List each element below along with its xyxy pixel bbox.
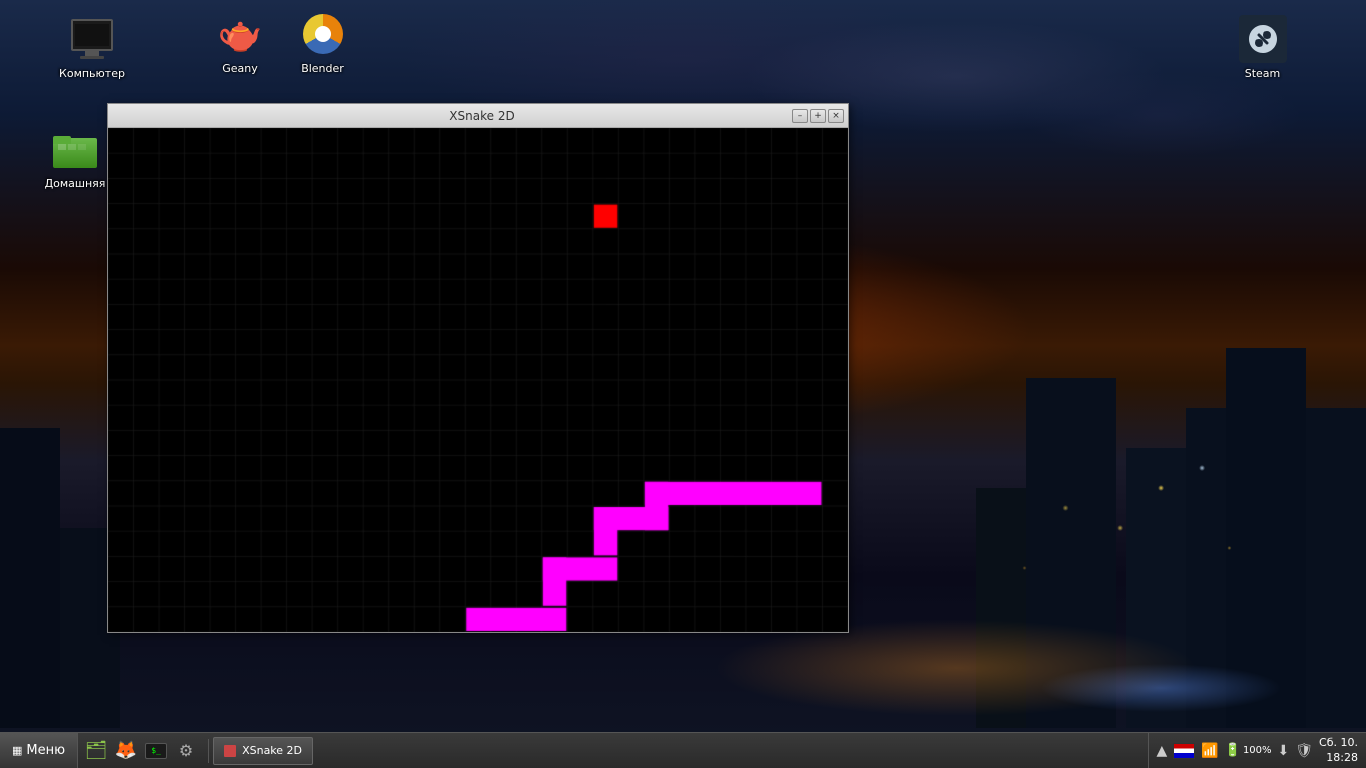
language-flag-icon[interactable] [1173, 743, 1195, 759]
xsnake-window: XSnake 2D – + × [107, 103, 849, 633]
files-icon: 🗂 [85, 740, 108, 761]
taskbar-separator [208, 739, 209, 763]
shield-icon[interactable]: 🛡 [1295, 743, 1313, 759]
geany-icon: 🫖 [216, 10, 264, 58]
terminal-icon: $_ [151, 746, 161, 755]
blender-icon [299, 10, 347, 58]
desktop-icon-geany[interactable]: 🫖 Geany [205, 10, 275, 75]
desktop-icon-blender[interactable]: Blender [285, 10, 360, 75]
steam-icon [1239, 15, 1287, 63]
wifi-icon[interactable]: 📶 [1201, 743, 1218, 759]
desktop-icon-home[interactable]: Домашняя [35, 125, 115, 190]
system-clock: Сб. 10. 18:28 [1319, 736, 1358, 765]
system-tray: ▲ 📶 🔋 100% ⬇ 🛡 Сб. 10. 18:28 [1148, 733, 1366, 768]
battery-label: 100% [1243, 745, 1272, 756]
taskbar-menu-button[interactable]: ▦ Меню [0, 733, 78, 768]
battery-indicator[interactable]: 🔋 100% [1225, 743, 1272, 758]
xsnake-indicator [224, 745, 236, 757]
menu-label: Меню [26, 743, 65, 758]
home-icon [51, 125, 99, 173]
taskbar-quick-launch: 🗂 🦊 $_ ⚙ [78, 737, 204, 765]
home-icon-label: Домашняя [45, 177, 106, 190]
menu-icon: ▦ [12, 744, 22, 757]
taskbar-files-icon[interactable]: 🗂 [82, 737, 110, 765]
clock-time: 18:28 [1319, 751, 1358, 765]
window-title: XSnake 2D [172, 109, 792, 123]
taskbar-xsnake-button[interactable]: XSnake 2D [213, 737, 313, 765]
window-buttons: – + × [792, 109, 844, 123]
taskbar-terminal-icon[interactable]: $_ [142, 737, 170, 765]
xsnake-window-label: XSnake 2D [242, 744, 302, 757]
blender-icon-label: Blender [301, 62, 344, 75]
game-canvas[interactable] [108, 128, 848, 632]
download-icon[interactable]: ⬇ [1278, 743, 1290, 759]
steam-icon-label: Steam [1245, 67, 1281, 80]
window-close-button[interactable]: × [828, 109, 844, 123]
window-minimize-button[interactable]: – [792, 109, 808, 123]
desktop-icon-computer[interactable]: Компьютер [52, 15, 132, 80]
desktop: Компьютер 🫖 Geany Blender [0, 0, 1366, 768]
taskbar-extra-icon[interactable]: ⚙ [172, 737, 200, 765]
window-titlebar: XSnake 2D – + × [108, 104, 848, 128]
clock-date: Сб. 10. [1319, 736, 1358, 750]
firefox-icon: 🦊 [115, 740, 137, 761]
taskbar-firefox-icon[interactable]: 🦊 [112, 737, 140, 765]
extra-icon: ⚙ [179, 741, 193, 760]
taskbar: ▦ Меню 🗂 🦊 $_ ⚙ XSnake 2D [0, 732, 1366, 768]
geany-icon-label: Geany [222, 62, 258, 75]
arrow-up-icon[interactable]: ▲ [1157, 743, 1168, 759]
computer-icon [68, 15, 116, 63]
snake-game-canvas [108, 128, 848, 632]
desktop-icon-steam[interactable]: Steam [1225, 15, 1300, 80]
computer-icon-label: Компьютер [59, 67, 125, 80]
battery-icon: 🔋 [1225, 743, 1241, 758]
window-maximize-button[interactable]: + [810, 109, 826, 123]
